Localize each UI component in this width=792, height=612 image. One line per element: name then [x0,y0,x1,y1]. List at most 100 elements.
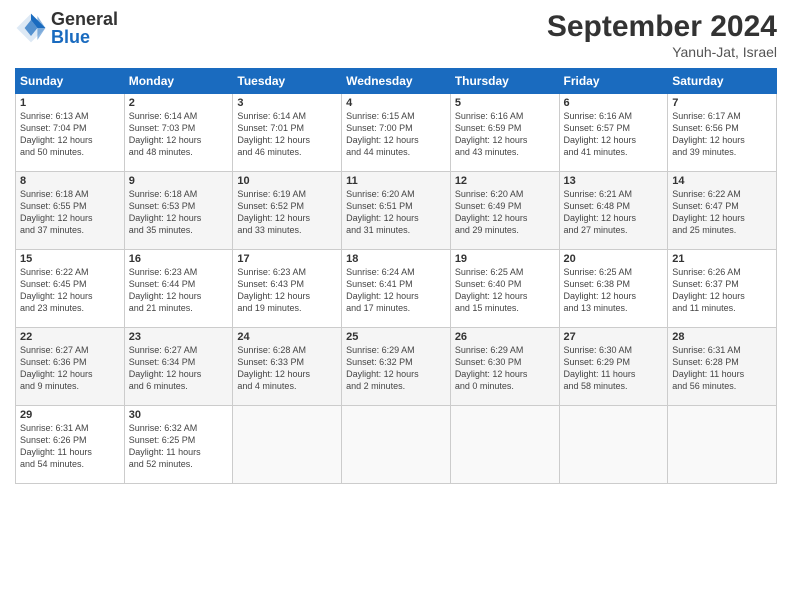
day-info: Sunrise: 6:27 AM Sunset: 6:36 PM Dayligh… [20,344,120,393]
day-info: Sunrise: 6:22 AM Sunset: 6:47 PM Dayligh… [672,188,772,237]
calendar-week-row: 29Sunrise: 6:31 AM Sunset: 6:26 PM Dayli… [16,406,777,484]
day-number: 17 [237,253,337,265]
calendar-week-row: 15Sunrise: 6:22 AM Sunset: 6:45 PM Dayli… [16,250,777,328]
calendar-cell: 14Sunrise: 6:22 AM Sunset: 6:47 PM Dayli… [668,172,777,250]
day-number: 11 [346,175,446,187]
day-info: Sunrise: 6:31 AM Sunset: 6:28 PM Dayligh… [672,344,772,393]
calendar-cell: 28Sunrise: 6:31 AM Sunset: 6:28 PM Dayli… [668,328,777,406]
day-number: 28 [672,331,772,343]
day-info: Sunrise: 6:20 AM Sunset: 6:49 PM Dayligh… [455,188,555,237]
calendar-cell: 2Sunrise: 6:14 AM Sunset: 7:03 PM Daylig… [124,94,233,172]
calendar-cell: 15Sunrise: 6:22 AM Sunset: 6:45 PM Dayli… [16,250,125,328]
day-number: 18 [346,253,446,265]
logo-general-text: General [51,10,118,28]
day-number: 10 [237,175,337,187]
calendar-cell: 27Sunrise: 6:30 AM Sunset: 6:29 PM Dayli… [559,328,668,406]
col-saturday: Saturday [668,69,777,94]
day-number: 6 [564,97,664,109]
calendar-cell: 18Sunrise: 6:24 AM Sunset: 6:41 PM Dayli… [342,250,451,328]
calendar-cell: 3Sunrise: 6:14 AM Sunset: 7:01 PM Daylig… [233,94,342,172]
calendar-cell: 7Sunrise: 6:17 AM Sunset: 6:56 PM Daylig… [668,94,777,172]
day-info: Sunrise: 6:26 AM Sunset: 6:37 PM Dayligh… [672,266,772,315]
col-tuesday: Tuesday [233,69,342,94]
day-info: Sunrise: 6:29 AM Sunset: 6:32 PM Dayligh… [346,344,446,393]
calendar-cell [233,406,342,484]
day-number: 12 [455,175,555,187]
logo-blue-text: Blue [51,28,118,46]
location-subtitle: Yanuh-Jat, Israel [547,44,777,60]
calendar-cell: 9Sunrise: 6:18 AM Sunset: 6:53 PM Daylig… [124,172,233,250]
day-info: Sunrise: 6:17 AM Sunset: 6:56 PM Dayligh… [672,110,772,159]
day-info: Sunrise: 6:18 AM Sunset: 6:53 PM Dayligh… [129,188,229,237]
calendar-cell: 11Sunrise: 6:20 AM Sunset: 6:51 PM Dayli… [342,172,451,250]
day-info: Sunrise: 6:23 AM Sunset: 6:44 PM Dayligh… [129,266,229,315]
calendar-cell: 4Sunrise: 6:15 AM Sunset: 7:00 PM Daylig… [342,94,451,172]
calendar-cell: 21Sunrise: 6:26 AM Sunset: 6:37 PM Dayli… [668,250,777,328]
logo-icon [15,12,47,44]
day-number: 19 [455,253,555,265]
calendar-cell: 1Sunrise: 6:13 AM Sunset: 7:04 PM Daylig… [16,94,125,172]
header: General Blue September 2024 Yanuh-Jat, I… [15,10,777,60]
day-info: Sunrise: 6:14 AM Sunset: 7:01 PM Dayligh… [237,110,337,159]
day-info: Sunrise: 6:13 AM Sunset: 7:04 PM Dayligh… [20,110,120,159]
page: General Blue September 2024 Yanuh-Jat, I… [0,0,792,612]
calendar-cell: 24Sunrise: 6:28 AM Sunset: 6:33 PM Dayli… [233,328,342,406]
calendar-cell: 6Sunrise: 6:16 AM Sunset: 6:57 PM Daylig… [559,94,668,172]
day-info: Sunrise: 6:29 AM Sunset: 6:30 PM Dayligh… [455,344,555,393]
day-number: 26 [455,331,555,343]
col-thursday: Thursday [450,69,559,94]
day-info: Sunrise: 6:31 AM Sunset: 6:26 PM Dayligh… [20,422,120,471]
day-info: Sunrise: 6:28 AM Sunset: 6:33 PM Dayligh… [237,344,337,393]
calendar-cell: 29Sunrise: 6:31 AM Sunset: 6:26 PM Dayli… [16,406,125,484]
day-info: Sunrise: 6:14 AM Sunset: 7:03 PM Dayligh… [129,110,229,159]
day-number: 3 [237,97,337,109]
day-number: 7 [672,97,772,109]
day-info: Sunrise: 6:16 AM Sunset: 6:59 PM Dayligh… [455,110,555,159]
day-number: 23 [129,331,229,343]
day-info: Sunrise: 6:21 AM Sunset: 6:48 PM Dayligh… [564,188,664,237]
calendar-cell: 19Sunrise: 6:25 AM Sunset: 6:40 PM Dayli… [450,250,559,328]
calendar-cell: 10Sunrise: 6:19 AM Sunset: 6:52 PM Dayli… [233,172,342,250]
day-info: Sunrise: 6:16 AM Sunset: 6:57 PM Dayligh… [564,110,664,159]
col-friday: Friday [559,69,668,94]
calendar-cell: 8Sunrise: 6:18 AM Sunset: 6:55 PM Daylig… [16,172,125,250]
col-sunday: Sunday [16,69,125,94]
calendar-week-row: 8Sunrise: 6:18 AM Sunset: 6:55 PM Daylig… [16,172,777,250]
col-wednesday: Wednesday [342,69,451,94]
day-number: 29 [20,409,120,421]
calendar-cell [559,406,668,484]
day-number: 24 [237,331,337,343]
day-info: Sunrise: 6:15 AM Sunset: 7:00 PM Dayligh… [346,110,446,159]
day-number: 1 [20,97,120,109]
day-number: 20 [564,253,664,265]
day-number: 16 [129,253,229,265]
day-info: Sunrise: 6:27 AM Sunset: 6:34 PM Dayligh… [129,344,229,393]
calendar-table: Sunday Monday Tuesday Wednesday Thursday… [15,68,777,484]
calendar-cell: 26Sunrise: 6:29 AM Sunset: 6:30 PM Dayli… [450,328,559,406]
title-area: September 2024 Yanuh-Jat, Israel [547,10,777,60]
day-info: Sunrise: 6:23 AM Sunset: 6:43 PM Dayligh… [237,266,337,315]
calendar-week-row: 22Sunrise: 6:27 AM Sunset: 6:36 PM Dayli… [16,328,777,406]
day-number: 14 [672,175,772,187]
calendar-cell [342,406,451,484]
calendar-cell: 30Sunrise: 6:32 AM Sunset: 6:25 PM Dayli… [124,406,233,484]
day-number: 8 [20,175,120,187]
day-number: 5 [455,97,555,109]
calendar-cell: 17Sunrise: 6:23 AM Sunset: 6:43 PM Dayli… [233,250,342,328]
day-info: Sunrise: 6:25 AM Sunset: 6:40 PM Dayligh… [455,266,555,315]
day-number: 22 [20,331,120,343]
day-number: 30 [129,409,229,421]
logo-text: General Blue [51,10,118,46]
day-info: Sunrise: 6:30 AM Sunset: 6:29 PM Dayligh… [564,344,664,393]
calendar-cell: 5Sunrise: 6:16 AM Sunset: 6:59 PM Daylig… [450,94,559,172]
day-info: Sunrise: 6:22 AM Sunset: 6:45 PM Dayligh… [20,266,120,315]
day-number: 25 [346,331,446,343]
calendar-cell: 22Sunrise: 6:27 AM Sunset: 6:36 PM Dayli… [16,328,125,406]
day-number: 9 [129,175,229,187]
calendar-cell: 20Sunrise: 6:25 AM Sunset: 6:38 PM Dayli… [559,250,668,328]
calendar-cell: 25Sunrise: 6:29 AM Sunset: 6:32 PM Dayli… [342,328,451,406]
day-info: Sunrise: 6:25 AM Sunset: 6:38 PM Dayligh… [564,266,664,315]
day-info: Sunrise: 6:24 AM Sunset: 6:41 PM Dayligh… [346,266,446,315]
day-number: 4 [346,97,446,109]
day-info: Sunrise: 6:20 AM Sunset: 6:51 PM Dayligh… [346,188,446,237]
